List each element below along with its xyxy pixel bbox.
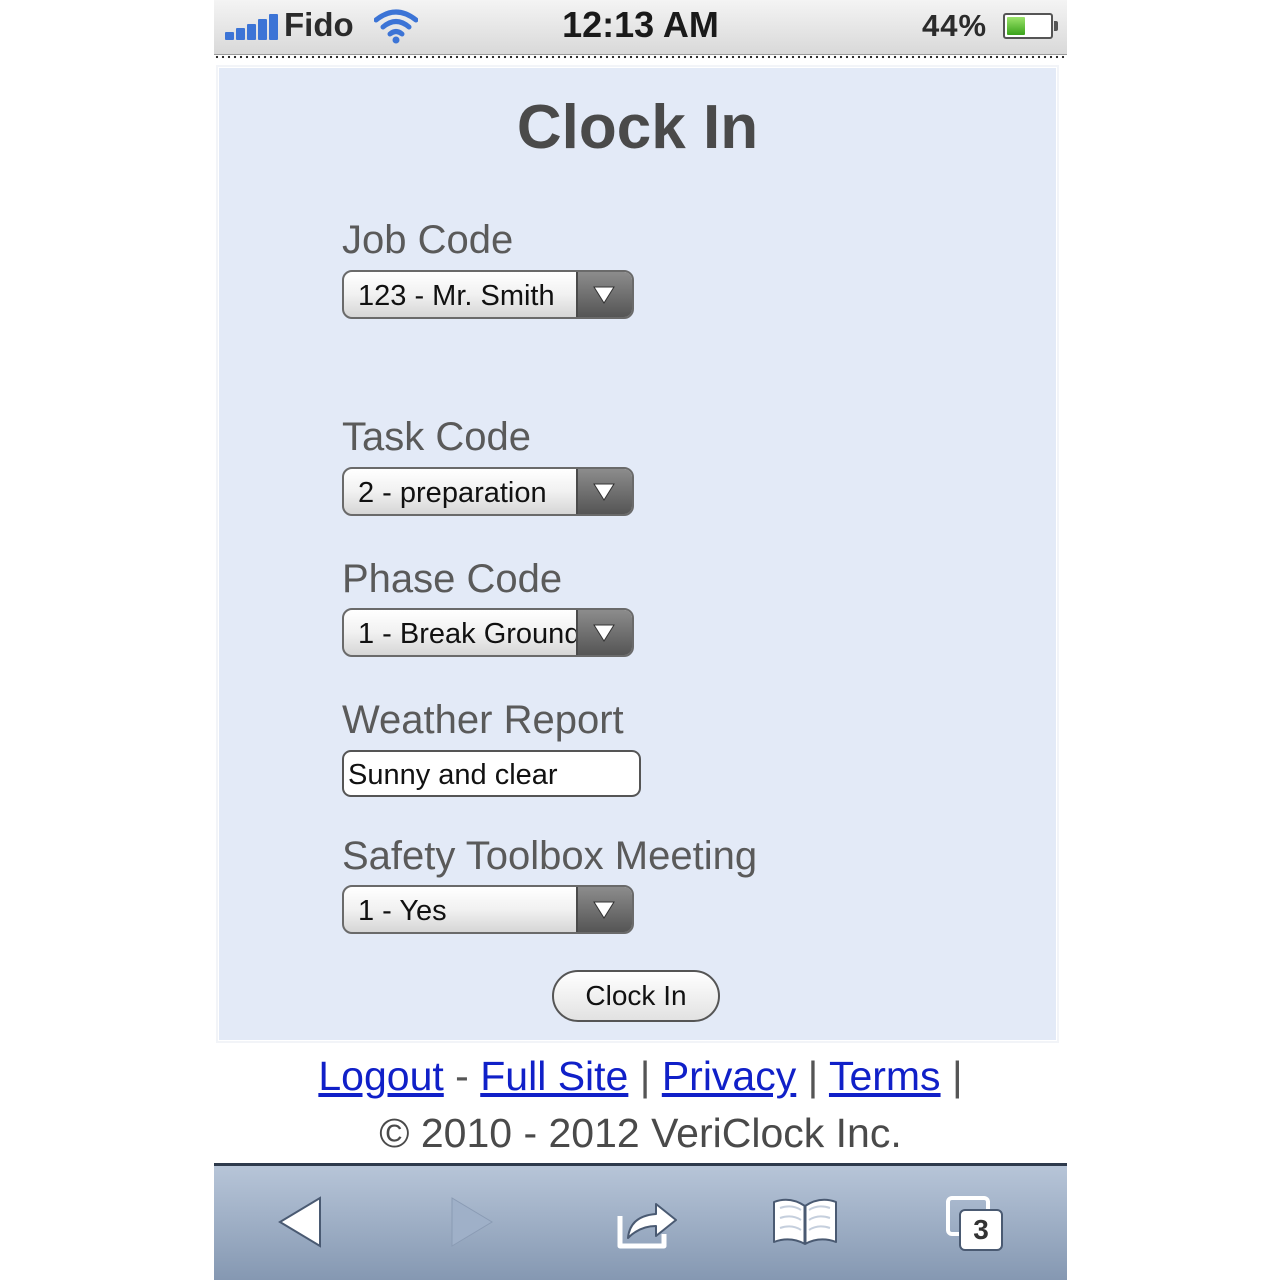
- safety-meeting-value: 1 - Yes: [358, 895, 447, 927]
- back-icon[interactable]: [276, 1194, 326, 1250]
- chevron-down-icon: [576, 610, 632, 655]
- tabs-count: 3: [973, 1214, 989, 1245]
- footer-links: Logout - Full Site | Privacy | Terms |: [214, 1053, 1067, 1100]
- forward-icon[interactable]: [446, 1194, 496, 1250]
- battery-icon: [1003, 13, 1058, 39]
- weather-report-label: Weather Report: [342, 698, 624, 742]
- copyright-text: © 2010 - 2012 VeriClock Inc.: [379, 1110, 902, 1156]
- terms-link[interactable]: Terms: [829, 1053, 941, 1099]
- weather-report-value: Sunny and clear: [348, 759, 558, 791]
- task-code-label: Task Code: [342, 415, 531, 459]
- chevron-down-icon: [576, 887, 632, 932]
- browser-toolbar: 3: [214, 1163, 1067, 1280]
- job-code-value: 123 - Mr. Smith: [358, 280, 555, 312]
- phase-code-label: Phase Code: [342, 557, 563, 601]
- task-code-select[interactable]: 2 - preparation: [342, 467, 634, 516]
- footer-separator: -: [455, 1053, 469, 1099]
- footer-separator: |: [807, 1053, 819, 1099]
- status-bar-divider: [214, 55, 1067, 59]
- safety-meeting-select[interactable]: 1 - Yes: [342, 885, 634, 934]
- footer-separator: |: [951, 1053, 963, 1099]
- clock-in-button[interactable]: Clock In: [552, 970, 720, 1022]
- share-icon[interactable]: [614, 1194, 682, 1254]
- privacy-link[interactable]: Privacy: [662, 1053, 796, 1099]
- job-code-label: Job Code: [342, 218, 514, 262]
- tabs-button[interactable]: 3: [944, 1194, 1006, 1256]
- chevron-down-icon: [576, 469, 632, 514]
- status-bar: Fido 12:13 AM 44%: [214, 0, 1067, 55]
- phase-code-value: 1 - Break Ground: [358, 618, 578, 650]
- safety-meeting-label: Safety Toolbox Meeting: [342, 834, 758, 878]
- job-code-select[interactable]: 123 - Mr. Smith: [342, 270, 634, 319]
- logout-link[interactable]: Logout: [318, 1053, 443, 1099]
- chevron-down-icon: [576, 272, 632, 317]
- page-title: Clock In: [516, 93, 759, 162]
- bookmarks-icon[interactable]: [770, 1194, 840, 1250]
- clock-in-form: Clock In Job Code 123 - Mr. Smith Task C…: [218, 67, 1057, 1041]
- footer-separator: |: [639, 1053, 651, 1099]
- battery-percent: 44%: [922, 8, 988, 43]
- phone-screen: Fido 12:13 AM 44% Clock In Job Code 123 …: [214, 0, 1067, 1280]
- full-site-link[interactable]: Full Site: [480, 1053, 628, 1099]
- phase-code-select[interactable]: 1 - Break Ground: [342, 608, 634, 657]
- weather-report-input[interactable]: Sunny and clear: [342, 750, 641, 797]
- task-code-value: 2 - preparation: [358, 477, 547, 509]
